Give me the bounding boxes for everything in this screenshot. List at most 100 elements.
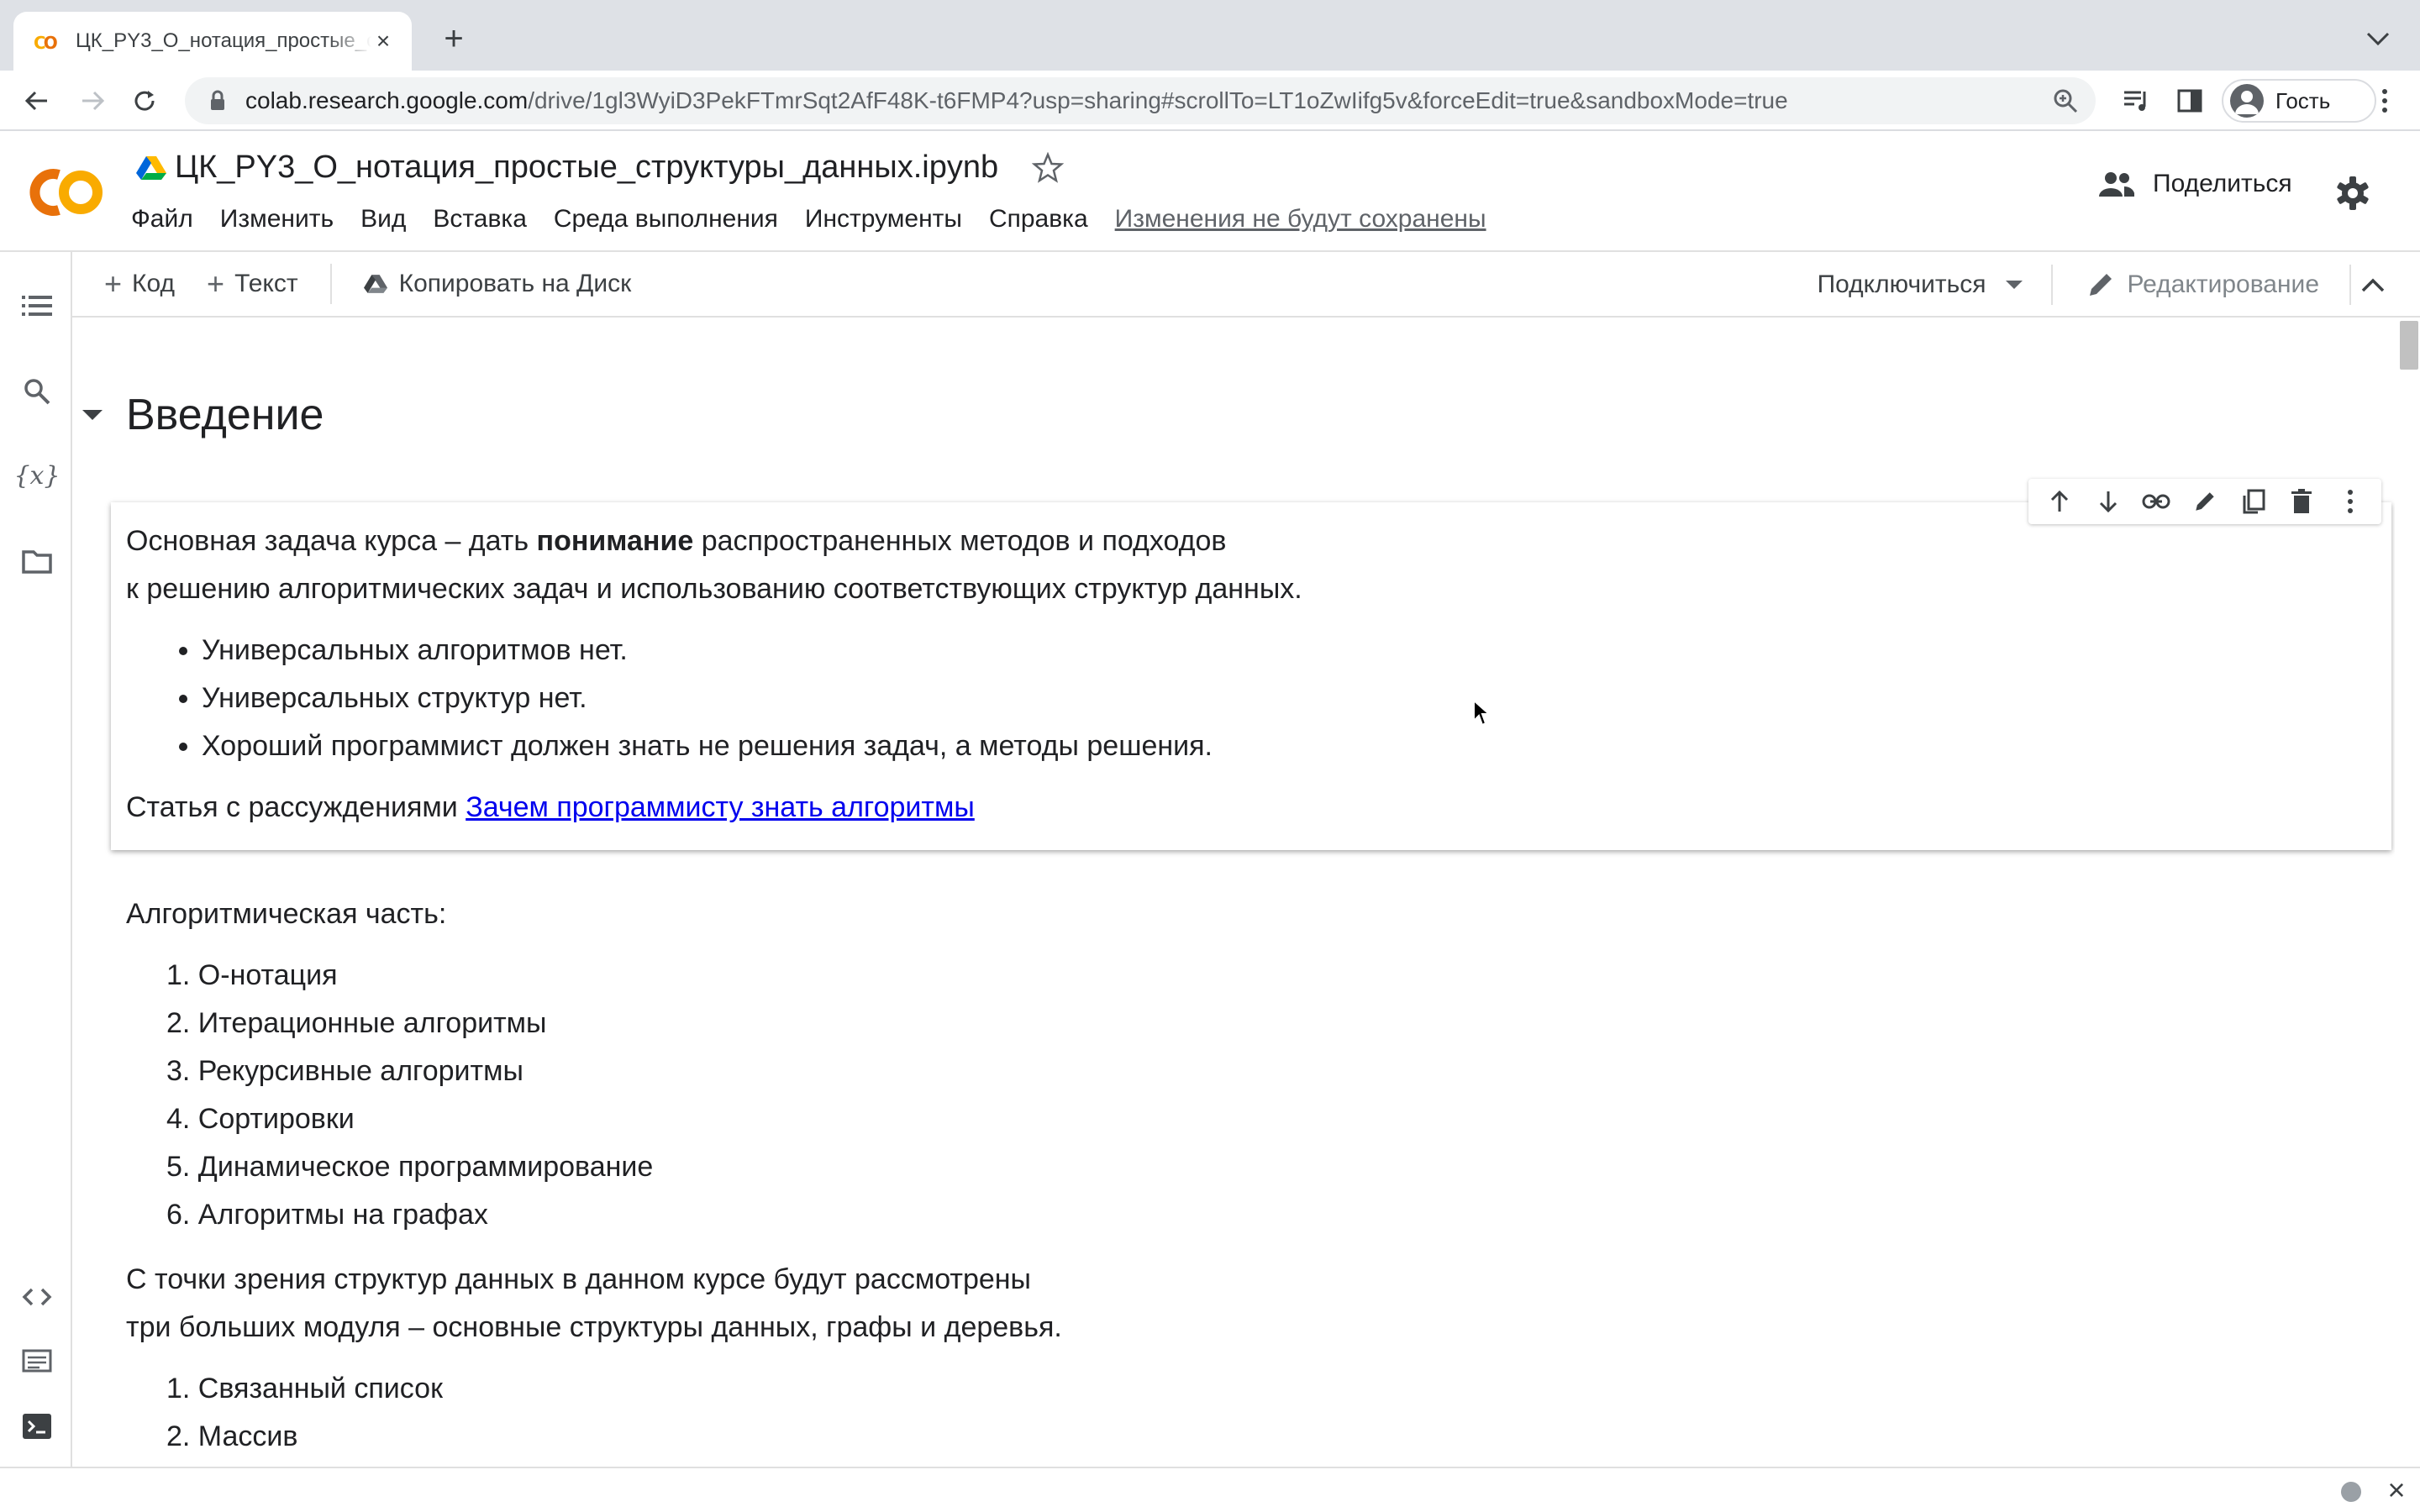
- drive-icon[interactable]: [136, 155, 166, 181]
- move-cell-down-icon[interactable]: [2093, 486, 2123, 517]
- intro-line-2: к решению алгоритмических задач и исполь…: [126, 573, 1302, 605]
- new-tab-icon[interactable]: +: [437, 22, 471, 55]
- tab-close-icon[interactable]: ×: [371, 29, 395, 53]
- toolbar-divider: [2051, 265, 2054, 305]
- paragraph-line-2: три больших модуля – основные структуры …: [126, 1311, 1062, 1343]
- unsaved-warning-link[interactable]: Изменения не будут сохранены: [1115, 205, 1486, 234]
- add-text-button[interactable]: + Текст: [207, 266, 298, 302]
- browser-toolbar: colab.research.google.com/drive/1gl3WyiD…: [0, 71, 2420, 131]
- edit-cell-icon[interactable]: [2190, 486, 2220, 517]
- move-cell-up-icon[interactable]: [2044, 486, 2075, 517]
- article-link[interactable]: Зачем программисту знать алгоритмы: [466, 791, 975, 823]
- terminal-icon[interactable]: [18, 1408, 55, 1445]
- browser-menu-icon[interactable]: [2366, 82, 2403, 119]
- add-code-label: Код: [132, 270, 176, 297]
- browser-tab-title: ЦК_PY3_O_нотация_простые_структуры_данны…: [76, 29, 371, 52]
- article-line: Статья с рассуждениями Зачем программист…: [126, 784, 1302, 832]
- tab-search-chevron-icon[interactable]: [2363, 27, 2393, 52]
- media-control-icon[interactable]: [2118, 82, 2154, 119]
- close-status-icon[interactable]: ×: [2381, 1475, 2412, 1505]
- editing-mode-button[interactable]: Редактирование: [2086, 270, 2319, 299]
- url-text: colab.research.google.com/drive/1gl3WyiD…: [245, 87, 1788, 113]
- menu-bar: Файл Изменить Вид Вставка Среда выполнен…: [131, 205, 1513, 234]
- list-item: 2. Итерационные алгоритмы: [166, 1007, 547, 1039]
- more-options-icon[interactable]: [2335, 486, 2365, 517]
- list-item: 1. Связанный список: [166, 1373, 443, 1404]
- caret-down-icon[interactable]: [2006, 281, 2023, 289]
- add-code-button[interactable]: + Код: [104, 266, 175, 302]
- avatar-icon: [2230, 84, 2264, 118]
- list-item: 6. Алгоритмы на графах: [166, 1199, 488, 1231]
- menu-edit[interactable]: Изменить: [220, 205, 334, 234]
- variables-icon[interactable]: {x}: [13, 457, 60, 494]
- menu-insert[interactable]: Вставка: [433, 205, 527, 234]
- cell1-markdown: Основная задача курса – дать понимание р…: [126, 517, 1302, 832]
- paragraph-line-1: С точки зрения структур данных в данном …: [126, 1263, 1031, 1295]
- colab-header: ЦК_PY3_O_нотация_простые_структуры_данны…: [0, 131, 2420, 252]
- numbered-list: 1. O-нотация 2. Итерационные алгоритмы 3…: [166, 952, 1062, 1239]
- intro-text-rest: распространенных методов и подходов: [693, 525, 1227, 557]
- section-title: Введение: [126, 391, 324, 439]
- data-structures-list: 1. Связанный список 2. Массив: [166, 1365, 1062, 1461]
- colab-logo-icon[interactable]: [25, 163, 104, 222]
- lock-icon[interactable]: [205, 88, 230, 113]
- mirror-cell-icon[interactable]: [2238, 486, 2269, 517]
- search-icon[interactable]: [18, 373, 55, 410]
- code-snippets-icon[interactable]: [18, 1278, 55, 1315]
- table-of-contents-icon[interactable]: [18, 287, 55, 324]
- zoom-icon[interactable]: [2052, 87, 2079, 114]
- section-heading: Введение: [82, 390, 324, 440]
- collapse-section-icon[interactable]: [82, 410, 103, 420]
- menu-help[interactable]: Справка: [989, 205, 1088, 234]
- list-item: 1. O-нотация: [166, 959, 338, 991]
- gear-icon[interactable]: [2334, 175, 2371, 212]
- collapse-header-icon[interactable]: [2354, 266, 2391, 303]
- copy-to-drive-label: Копировать на Диск: [398, 270, 632, 297]
- link-icon[interactable]: [2141, 486, 2171, 517]
- folder-icon[interactable]: [18, 543, 55, 580]
- browser-tab[interactable]: CO ЦК_PY3_O_нотация_простые_структуры_да…: [13, 12, 412, 71]
- plus-icon: +: [104, 266, 123, 301]
- plus-icon: +: [207, 266, 225, 301]
- toolbar-divider: [2349, 265, 2351, 305]
- profile-button[interactable]: Гость: [2222, 79, 2376, 123]
- intro-bold: понимание: [536, 525, 694, 557]
- notebook-content: Введение Основная задача курса – дать по…: [74, 319, 2395, 1467]
- menu-tools[interactable]: Инструменты: [805, 205, 962, 234]
- list-item: 2. Массив: [166, 1420, 298, 1452]
- pencil-icon: [2090, 274, 2112, 296]
- algorithmic-part-heading: Алгоритмическая часть:: [126, 898, 447, 930]
- side-panel-icon[interactable]: [2171, 82, 2208, 119]
- menu-file[interactable]: Файл: [131, 205, 193, 234]
- back-icon[interactable]: [18, 82, 55, 119]
- list-item: Хороший программист должен знать не реше…: [202, 722, 1302, 770]
- cell-toolbar: [2028, 479, 2381, 524]
- delete-cell-icon[interactable]: [2286, 486, 2317, 517]
- notebook-title[interactable]: ЦК_PY3_O_нотация_простые_структуры_данны…: [175, 150, 998, 186]
- colab-favicon-icon: CO: [34, 33, 58, 53]
- share-label: Поделиться: [2153, 170, 2292, 197]
- article-text: Статья с рассуждениями: [126, 791, 466, 823]
- reload-icon[interactable]: [126, 82, 163, 119]
- menu-view[interactable]: Вид: [360, 205, 406, 234]
- editing-label: Редактирование: [2127, 270, 2319, 298]
- intro-line-1: Основная задача курса – дать понимание р…: [126, 517, 1302, 565]
- connect-button[interactable]: Подключиться: [1818, 270, 2023, 299]
- connect-label: Подключиться: [1817, 270, 1986, 298]
- scrollbar-thumb[interactable]: [2400, 321, 2418, 370]
- profile-label: Гость: [2275, 87, 2331, 113]
- toolbar-divider: [329, 264, 332, 304]
- command-palette-icon[interactable]: [18, 1342, 55, 1379]
- browser-tab-strip: CO ЦК_PY3_O_нотация_простые_структуры_да…: [0, 0, 2420, 71]
- forward-icon[interactable]: [74, 82, 111, 119]
- copy-to-drive-button[interactable]: Копировать на Диск: [363, 270, 632, 298]
- content-scrollbar[interactable]: [2396, 319, 2420, 1467]
- address-bar[interactable]: colab.research.google.com/drive/1gl3WyiD…: [185, 77, 2096, 124]
- share-button[interactable]: Поделиться: [2099, 170, 2292, 198]
- list-item: 5. Динамическое программирование: [166, 1151, 654, 1183]
- star-icon[interactable]: [1032, 151, 1065, 184]
- menu-runtime[interactable]: Среда выполнения: [554, 205, 778, 234]
- list-item: Универсальных структур нет.: [202, 675, 1302, 722]
- notebook-toolbar: + Код + Текст Копировать на Диск Подключ…: [72, 252, 2420, 318]
- status-indicator-icon[interactable]: [2341, 1482, 2361, 1502]
